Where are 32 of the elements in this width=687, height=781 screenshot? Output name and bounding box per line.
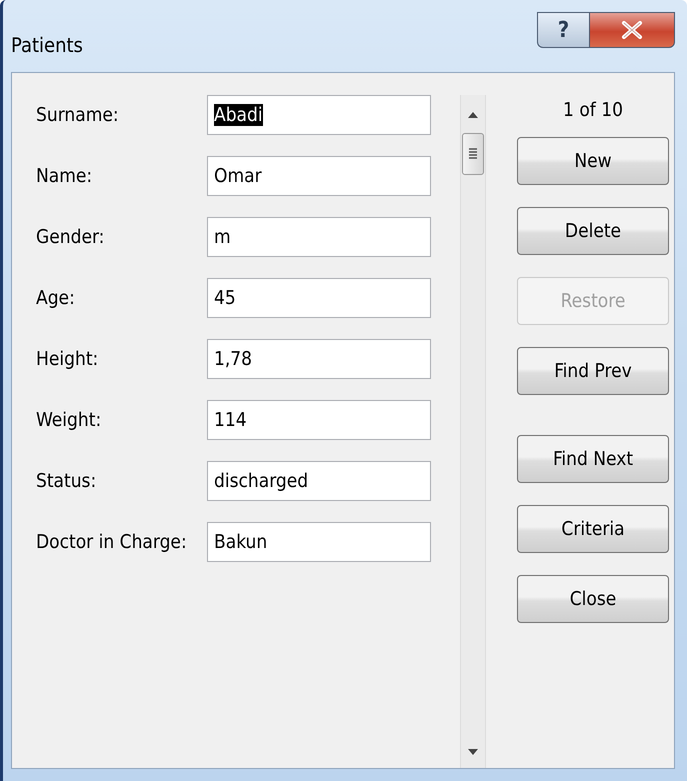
close-icon xyxy=(621,21,643,39)
scroll-down-icon[interactable] xyxy=(467,748,479,756)
action-button[interactable]: Find Next xyxy=(517,435,669,483)
input-field[interactable]: Bakun xyxy=(207,522,431,562)
input-field[interactable]: m xyxy=(207,217,431,257)
action-button[interactable]: Criteria xyxy=(517,505,669,553)
field-label: Surname: xyxy=(36,104,120,126)
field-label: Status: xyxy=(36,470,98,492)
input-field[interactable]: Abadi xyxy=(207,95,431,135)
input-field[interactable]: Omar xyxy=(207,156,431,196)
action-button[interactable]: Close xyxy=(517,575,669,623)
field-label: Name: xyxy=(36,165,94,187)
scroll-up-icon[interactable] xyxy=(467,111,479,119)
action-button[interactable]: Find Prev xyxy=(517,347,669,395)
record-counter: 1 of 10 xyxy=(563,99,623,121)
grip-icon xyxy=(468,147,478,161)
scrollbar[interactable] xyxy=(460,95,486,768)
window-title: Patients xyxy=(11,33,83,57)
input-field[interactable]: discharged xyxy=(207,461,431,501)
action-button[interactable]: Delete xyxy=(517,207,669,255)
field-label: Height: xyxy=(36,348,100,370)
close-button[interactable] xyxy=(589,12,675,48)
input-field[interactable]: 114 xyxy=(207,400,431,440)
scroll-thumb[interactable] xyxy=(462,133,484,175)
field-label: Age: xyxy=(36,287,76,309)
field-label: Doctor in Charge: xyxy=(36,531,188,553)
field-label: Weight: xyxy=(36,409,102,431)
input-field[interactable]: 1,78 xyxy=(207,339,431,379)
help-button[interactable]: ? xyxy=(537,12,589,48)
field-label: Gender: xyxy=(36,226,106,248)
input-field[interactable]: 45 xyxy=(207,278,431,318)
action-button[interactable]: New xyxy=(517,137,669,185)
